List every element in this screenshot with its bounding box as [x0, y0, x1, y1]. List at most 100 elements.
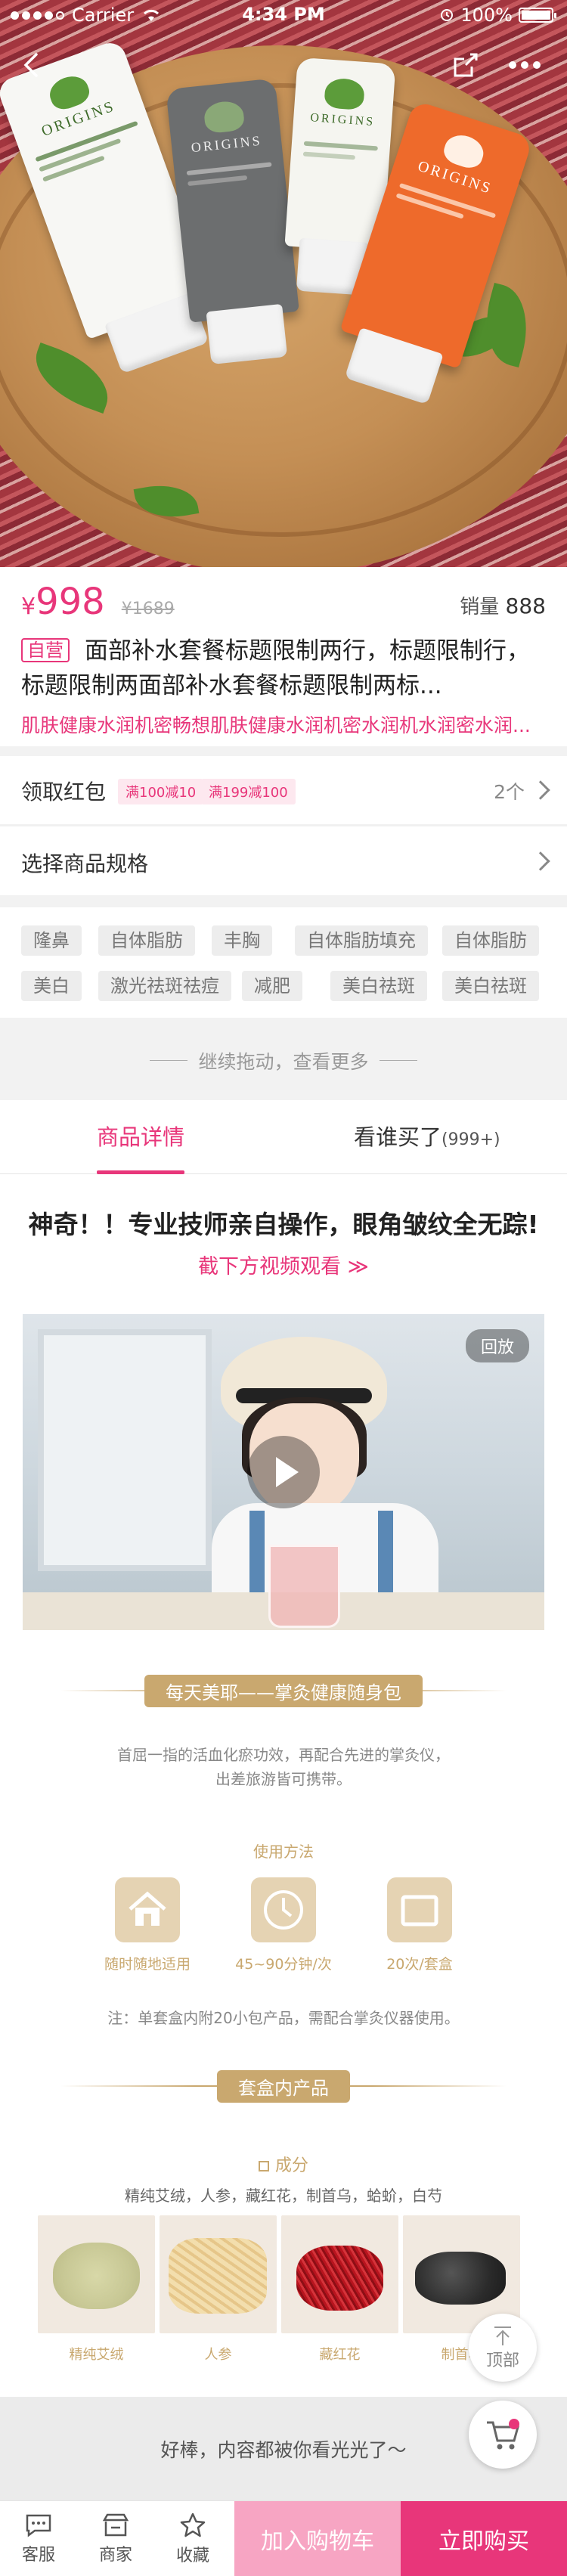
spec-selector-row[interactable]: 选择商品规格 [0, 826, 567, 895]
keyword-chip[interactable]: 美白 [21, 971, 82, 1001]
price-section: ¥ 998 ¥1689 销量 888 自营 面部补水套餐标题限制两行，标题限制行，… [0, 567, 567, 746]
chevron-right-icon [531, 851, 550, 871]
keyword-chip[interactable]: 激光祛斑祛痘 [98, 971, 231, 1001]
usage-caption: 随时随地适用 [104, 1956, 191, 1973]
add-to-cart-button[interactable]: 加入购物车 [234, 2501, 401, 2576]
ingredient-caption: 人参 [204, 2347, 232, 2363]
customer-service-label: 客服 [21, 2546, 55, 2565]
product-title-text: 面部补水套餐标题限制两行，标题限制行，标题限制两面部补水套餐标题限制两标... [21, 637, 530, 699]
coupon-label: 领取红包 [21, 780, 107, 804]
coupon-badge[interactable]: 满100减10 [118, 779, 204, 804]
coupon-row[interactable]: 领取红包 满100减10 满199减100 2个 [0, 756, 567, 824]
tab-product-details-label: 商品详情 [97, 1124, 185, 1150]
usage-note: 注：单套盒内附20小包产品，需配合掌灸仪器使用。 [107, 2009, 460, 2027]
ingredient-image [38, 2215, 155, 2333]
bottom-action-bar: 客服 商家 收藏 加入购物车 立即购买 [0, 2500, 567, 2576]
sales-volume: 销量 888 [460, 591, 546, 619]
ingredients-list: 精纯艾绒，人参，藏红花，制首乌，蛤蚧，白芍 [125, 2187, 442, 2205]
intro-line: 首屈一指的活血化瘀功效，再配合先进的掌灸仪， [117, 1746, 450, 1764]
kit-banner-title: 套盒内产品 [217, 2070, 350, 2103]
product-detail-content: 神奇！！专业技师亲自操作，眼角皱纹全无踪! 截下方视频观看 ≫ 回放 每天美耶—… [0, 1174, 567, 2397]
original-price: ¥1689 [121, 600, 175, 618]
coupon-count: 2个 [494, 781, 525, 803]
usage-item: 45~90分钟/次 [223, 1877, 344, 1973]
usage-title: 使用方法 [253, 1843, 314, 1861]
product-video[interactable]: 回放 [23, 1314, 544, 1630]
cart-float-button[interactable] [469, 2401, 537, 2469]
more-button[interactable] [503, 44, 546, 86]
usage-item: 随时随地适用 [87, 1877, 208, 1973]
usage-caption: 45~90分钟/次 [235, 1956, 332, 1973]
ingredient-caption: 精纯艾绒 [69, 2347, 124, 2363]
drag-more-hint: 继续拖动，查看更多 [0, 1025, 567, 1096]
product-title: 自营 面部补水套餐标题限制两行，标题限制行，标题限制两面部补水套餐标题限制两标..… [21, 634, 549, 703]
intro-line: 出差旅游皆可携带。 [215, 1770, 352, 1788]
keyword-chip[interactable]: 隆鼻 [21, 925, 82, 956]
keyword-chip[interactable]: 自体脂肪 [98, 925, 195, 956]
intro-text: 首屈一指的活血化瘀功效，再配合先进的掌灸仪， 出差旅游皆可携带。 [0, 1743, 567, 1791]
favorite-label: 收藏 [175, 2547, 209, 2565]
buyers-count: (999+) [442, 1130, 500, 1149]
back-to-top-label: 顶部 [485, 2351, 519, 2370]
currency-symbol: ¥ [21, 594, 36, 620]
home-icon [115, 1877, 180, 1942]
chat-icon [26, 2514, 51, 2537]
battery-percent: 100% [460, 5, 513, 26]
alarm-icon [441, 9, 454, 21]
tab-who-bought[interactable]: 看谁买了(999+) [354, 1100, 500, 1174]
battery-icon [519, 8, 556, 23]
ingredient-image [281, 2215, 398, 2333]
keyword-chip[interactable]: 自体脂肪 [442, 925, 539, 956]
play-icon[interactable] [247, 1436, 320, 1508]
coupon-badge[interactable]: 满199减100 [201, 779, 296, 804]
sales-count: 888 [505, 594, 546, 618]
clock-icon [251, 1877, 316, 1942]
end-of-content-text: 好棒，内容都被你看光光了～ [160, 2438, 407, 2461]
product-banner: 每天美耶——掌灸健康随身包 [0, 1675, 567, 1707]
replay-button[interactable]: 回放 [465, 1329, 529, 1362]
tab-product-details[interactable]: 商品详情 [97, 1100, 185, 1174]
ingredient-image [160, 2215, 277, 2333]
keyword-chip[interactable]: 自体脂肪填充 [295, 925, 428, 956]
product-subtitle: 肌肤健康水润机密畅想肌肤健康水润机密水润机水润密水润... [21, 715, 531, 736]
store-icon [102, 2513, 129, 2537]
ingredients-title: 成分 [0, 2152, 567, 2176]
ingredients-title-text: 成分 [274, 2156, 308, 2175]
sales-label: 销量 [460, 596, 500, 618]
detail-tabs: 商品详情 看谁买了(999+) [0, 1100, 567, 1174]
chevron-left-icon [23, 53, 38, 77]
drag-more-text: 继续拖动，查看更多 [198, 1050, 369, 1073]
chevron-right-icon [531, 780, 550, 800]
banner-title: 每天美耶——掌灸健康随身包 [144, 1675, 423, 1707]
status-bar: Carrier 4:34 PM 100% [0, 0, 567, 30]
ingredient-caption: 藏红花 [319, 2347, 361, 2363]
keyword-chips: 隆鼻 自体脂肪 丰胸 自体脂肪填充 自体脂肪 美白 激光祛斑祛痘 减肥 美白祛斑… [0, 907, 567, 1018]
star-icon [180, 2512, 206, 2537]
keyword-chip[interactable]: 减肥 [242, 971, 302, 1001]
spec-label: 选择商品规格 [21, 851, 149, 876]
arrow-up-icon [494, 2326, 511, 2345]
keyword-chip[interactable]: 美白祛斑 [330, 971, 427, 1001]
cart-icon [487, 2419, 519, 2450]
keyword-chip[interactable]: 丰胸 [212, 925, 272, 956]
usage-caption: 20次/套盒 [386, 1956, 453, 1973]
buy-now-button[interactable]: 立即购买 [401, 2501, 567, 2576]
favorite-button[interactable]: 收藏 [154, 2501, 231, 2576]
more-dots-icon [509, 61, 541, 69]
self-operated-badge: 自营 [21, 638, 70, 662]
customer-service-button[interactable]: 客服 [0, 2501, 77, 2576]
bullet-icon [258, 2161, 269, 2171]
usage-item: 20次/套盒 [359, 1877, 480, 1973]
shop-button[interactable]: 商家 [77, 2501, 154, 2576]
back-button[interactable] [11, 44, 53, 86]
detail-headline: 神奇！！专业技师亲自操作，眼角皱纹全无踪! [28, 1210, 539, 1239]
share-button[interactable] [445, 44, 487, 86]
kit-banner: 套盒内产品 [0, 2070, 567, 2103]
tab-who-bought-label: 看谁买了 [354, 1124, 442, 1150]
shop-label: 商家 [98, 2546, 132, 2565]
keyword-chip[interactable]: 美白祛斑 [442, 971, 539, 1001]
share-icon [454, 53, 478, 77]
current-price: 998 [36, 581, 105, 623]
back-to-top-button[interactable]: 顶部 [469, 2314, 537, 2382]
video-hint[interactable]: 截下方视频观看 ≫ [0, 1250, 567, 1279]
